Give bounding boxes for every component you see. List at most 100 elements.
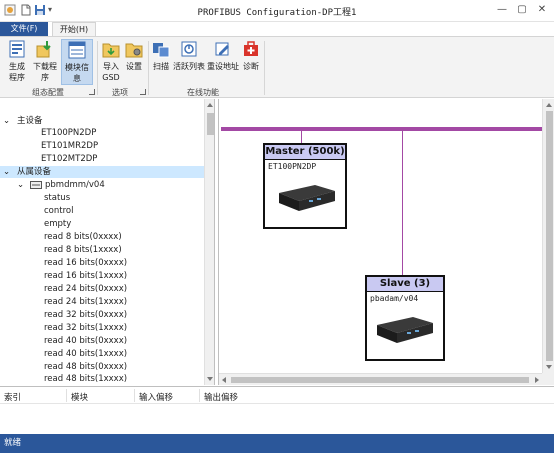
tree-module-item[interactable]: status — [44, 192, 70, 204]
expand-device-icon[interactable]: ⌄ — [17, 179, 24, 191]
master-hardware-icon — [279, 185, 335, 211]
scroll-up-icon[interactable] — [207, 103, 213, 107]
import-gsd-label-2: GSD — [102, 73, 120, 82]
ribbon: 生成 程序 下载程序 模块信息 组态配置 导入 GSD 设置 选项 扫描 活跃列… — [0, 36, 554, 98]
canvas-hscroll-thumb[interactable] — [231, 377, 529, 383]
settings-button[interactable]: 设置 — [124, 39, 144, 72]
column-input-offset[interactable]: 输入偏移 — [139, 391, 173, 403]
group-label-config: 组态配置 — [32, 88, 64, 97]
download-program-label: 下载程序 — [33, 62, 57, 82]
slave-connector — [402, 131, 403, 275]
status-bar: 就绪 — [0, 434, 554, 453]
diagnose-button[interactable]: 诊断 — [241, 39, 261, 72]
canvas-scroll-up-icon[interactable] — [546, 103, 552, 107]
tree-module-item[interactable]: read 16 bits(0xxxx) — [44, 257, 127, 269]
tree-scrollbar[interactable] — [204, 99, 214, 385]
group-label-online: 在线功能 — [187, 88, 219, 97]
canvas-scroll-right-icon[interactable] — [535, 377, 539, 383]
tree-module-item[interactable]: read 24 bits(1xxxx) — [44, 296, 127, 308]
tree-module-item[interactable]: read 8 bits(1xxxx) — [44, 244, 122, 256]
module-info-label: 模块信息 — [65, 63, 89, 83]
download-program-icon — [36, 41, 51, 58]
scroll-down-icon[interactable] — [207, 377, 213, 381]
master-connector — [301, 131, 302, 143]
ribbon-tabs: 文件(F) 开始(H) — [0, 22, 554, 37]
canvas-vscroll-thumb[interactable] — [546, 111, 553, 361]
expand-slave-icon[interactable]: ⌄ — [3, 166, 10, 178]
tree-master-header[interactable]: 主设备 — [17, 115, 43, 127]
active-list-button[interactable]: 活跃列表 — [173, 39, 205, 72]
settings-label: 设置 — [126, 62, 142, 71]
canvas-scroll-left-icon[interactable] — [222, 377, 226, 383]
tree-scroll-thumb[interactable] — [207, 113, 214, 135]
tree-master-item[interactable]: ET100PN2DP — [41, 127, 96, 139]
canvas-area[interactable]: Master (500k) ET100PN2DP Slave (3) pbada… — [219, 99, 542, 373]
scroll-corner — [542, 373, 554, 385]
group-label-options: 选项 — [112, 88, 128, 97]
tab-start[interactable]: 开始(H) — [52, 22, 96, 37]
column-divider — [66, 389, 67, 402]
tree-slave-header[interactable]: 从属设备 — [17, 166, 51, 178]
scan-label: 扫描 — [153, 62, 169, 71]
reset-address-icon — [215, 42, 229, 56]
generate-program-button[interactable]: 生成 程序 — [4, 39, 30, 83]
master-device-block[interactable]: Master (500k) ET100PN2DP — [263, 143, 347, 229]
window-title: PROFIBUS Configuration-DP工程1 — [197, 8, 357, 18]
diagnose-label: 诊断 — [243, 62, 259, 71]
tree-module-item[interactable]: read 8 bits(0xxxx) — [44, 231, 122, 243]
canvas-vertical-scrollbar[interactable] — [542, 99, 554, 373]
column-index[interactable]: 索引 — [4, 391, 21, 403]
canvas-horizontal-scrollbar[interactable] — [219, 373, 542, 385]
column-output-offset[interactable]: 输出偏移 — [204, 391, 238, 403]
download-program-button[interactable]: 下载程序 — [30, 39, 60, 83]
module-info-button[interactable]: 模块信息 — [61, 39, 93, 85]
canvas-scroll-down-icon[interactable] — [546, 365, 552, 369]
tree-module-item[interactable]: read 40 bits(1xxxx) — [44, 348, 127, 360]
scan-button[interactable]: 扫描 — [151, 39, 171, 72]
active-list-icon — [181, 41, 197, 57]
group-config-launcher-icon[interactable] — [89, 89, 95, 95]
expand-master-icon[interactable]: ⌄ — [3, 115, 10, 127]
active-list-label: 活跃列表 — [173, 62, 205, 71]
settings-icon — [125, 43, 143, 58]
tree-module-item[interactable]: read 40 bits(0xxxx) — [44, 335, 127, 347]
ribbon-divider — [264, 41, 265, 95]
generate-program-label-1: 生成 — [9, 62, 25, 71]
group-options-launcher-icon[interactable] — [140, 89, 146, 95]
ribbon-divider — [97, 41, 98, 95]
tree-master-item[interactable]: ET102MT2DP — [41, 153, 97, 165]
master-device-title: Master (500k) — [265, 145, 345, 160]
module-info-icon — [68, 41, 86, 59]
column-module[interactable]: 模块 — [71, 391, 88, 403]
tree-module-item[interactable]: read 32 bits(0xxxx) — [44, 309, 127, 321]
ribbon-divider — [148, 41, 149, 95]
tree-module-item[interactable]: control — [44, 205, 73, 217]
reset-address-button[interactable]: 重设地址 — [207, 39, 239, 72]
title-bar: ▾ PROFIBUS Configuration-DP工程1 — ▢ ✕ — [0, 0, 554, 22]
column-divider — [134, 389, 135, 402]
tree-master-item[interactable]: ET101MR2DP — [41, 140, 98, 152]
slave-hardware-icon — [377, 317, 433, 343]
master-device-name: ET100PN2DP — [268, 162, 317, 171]
tree-module-item[interactable]: read 48 bits(0xxxx) — [44, 361, 127, 373]
column-divider — [199, 389, 200, 402]
network-canvas[interactable]: Master (500k) ET100PN2DP Slave (3) pbada… — [218, 99, 554, 385]
tree-module-item[interactable]: read 24 bits(0xxxx) — [44, 283, 127, 295]
device-icon — [30, 181, 42, 189]
generate-program-icon — [9, 40, 25, 58]
tree-module-item[interactable]: empty — [44, 218, 71, 230]
tree-module-item[interactable]: read 16 bits(1xxxx) — [44, 270, 127, 282]
tree-module-item[interactable]: read 48 bits(1xxxx) — [44, 373, 127, 385]
import-gsd-icon — [102, 43, 120, 58]
scan-icon — [153, 43, 170, 58]
tree-module-item[interactable]: read 32 bits(1xxxx) — [44, 322, 127, 334]
minimize-button[interactable]: — — [494, 2, 510, 18]
tab-file[interactable]: 文件(F) — [0, 22, 48, 36]
maximize-button[interactable]: ▢ — [514, 2, 530, 18]
reset-address-label: 重设地址 — [207, 62, 239, 71]
tree-slave-device[interactable]: pbmdmm/v04 — [45, 179, 105, 191]
slave-device-block[interactable]: Slave (3) pbadam/v04 — [365, 275, 445, 361]
table-header: 索引 模块 输入偏移 输出偏移 — [0, 387, 554, 404]
close-button[interactable]: ✕ — [534, 2, 550, 18]
import-gsd-button[interactable]: 导入 GSD — [100, 39, 122, 83]
